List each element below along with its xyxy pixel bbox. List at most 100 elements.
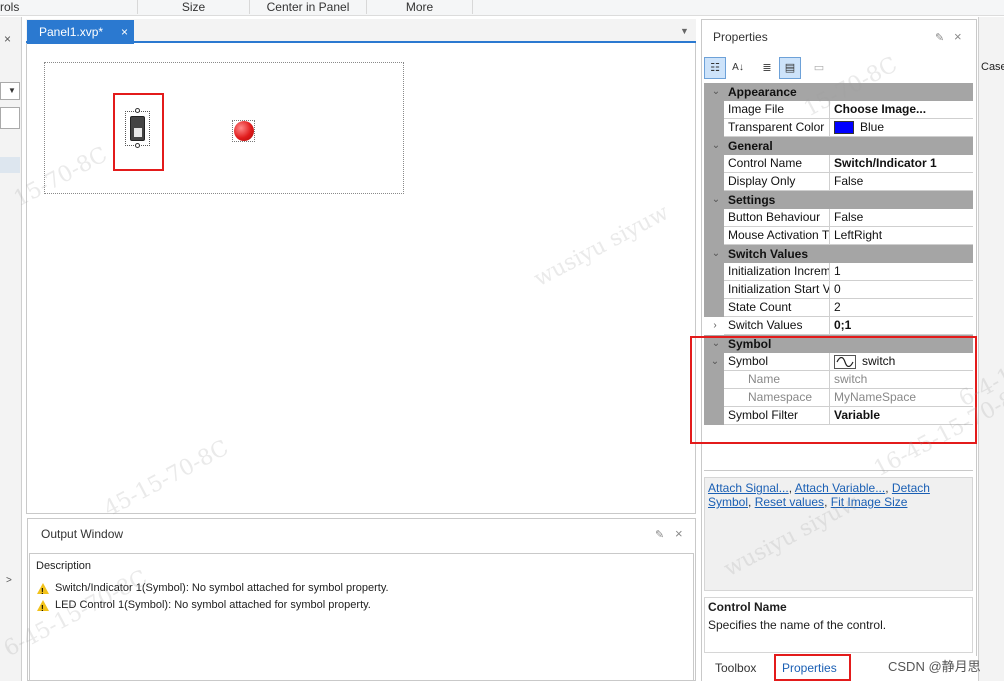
categorized-icon[interactable]: ☷ bbox=[704, 57, 726, 79]
property-value[interactable]: Switch/Indicator 1 bbox=[830, 155, 973, 173]
left-dropdown[interactable]: ▼ bbox=[0, 82, 20, 100]
category-label: Switch Values bbox=[728, 247, 809, 261]
ribbon-label-controls[interactable]: rols bbox=[0, 0, 20, 15]
collapse-icon[interactable]: ⌄ bbox=[708, 139, 724, 153]
property-value[interactable]: 0 bbox=[830, 281, 973, 299]
property-row-init-start[interactable]: Initialization Start V 0 bbox=[704, 281, 973, 299]
left-sidebar-strip: × ▼ > bbox=[0, 17, 22, 681]
property-value[interactable]: 2 bbox=[830, 299, 973, 317]
property-row-state-count[interactable]: State Count 2 bbox=[704, 299, 973, 317]
property-grid-spacer bbox=[704, 427, 973, 471]
category-settings[interactable]: ⌄ Settings bbox=[704, 191, 973, 209]
property-value[interactable]: 0;1 bbox=[830, 317, 973, 335]
message-text: LED Control 1(Symbol): No symbol attache… bbox=[55, 599, 371, 611]
events-icon[interactable]: ▤ bbox=[779, 57, 801, 79]
property-value[interactable]: Blue bbox=[830, 119, 973, 137]
color-name: Blue bbox=[860, 120, 885, 134]
category-general[interactable]: ⌄ General bbox=[704, 137, 973, 155]
property-name: Mouse Activation T bbox=[724, 227, 830, 245]
category-label: Appearance bbox=[728, 85, 797, 99]
property-row-control-name[interactable]: Control Name Switch/Indicator 1 bbox=[704, 155, 973, 173]
row-gutter bbox=[704, 119, 724, 137]
property-row-display-only[interactable]: Display Only False bbox=[704, 173, 973, 191]
chevron-right-icon[interactable]: > bbox=[6, 575, 12, 586]
close-icon[interactable]: × bbox=[4, 32, 11, 46]
category-label: Settings bbox=[728, 193, 776, 207]
ribbon-group-more[interactable]: More bbox=[367, 0, 472, 15]
description-column-header[interactable]: Description bbox=[36, 560, 91, 572]
tab-toolbox[interactable]: Toolbox bbox=[715, 656, 756, 681]
property-name: Transparent Color bbox=[724, 119, 830, 137]
message-text: Switch/Indicator 1(Symbol): No symbol at… bbox=[55, 582, 389, 594]
property-row-button-behaviour[interactable]: Button Behaviour False bbox=[704, 209, 973, 227]
row-gutter bbox=[704, 173, 724, 191]
row-gutter bbox=[704, 209, 724, 227]
led-control[interactable] bbox=[232, 120, 255, 142]
close-icon[interactable]: × bbox=[675, 526, 683, 541]
property-row-switch-values[interactable]: › Switch Values 0;1 bbox=[704, 317, 973, 335]
property-name: Button Behaviour bbox=[724, 209, 830, 227]
link-separator: , bbox=[748, 495, 755, 509]
ribbon-group-center[interactable]: Center in Panel bbox=[250, 0, 366, 15]
property-value[interactable]: 1 bbox=[830, 263, 973, 281]
tab-label: Panel1.xvp* bbox=[39, 25, 104, 39]
row-gutter bbox=[704, 227, 724, 245]
csdn-watermark: CSDN @静月思 bbox=[888, 659, 981, 674]
property-pages-icon[interactable]: ≣ bbox=[756, 57, 778, 79]
property-row-mouse-activation[interactable]: Mouse Activation T LeftRight bbox=[704, 227, 973, 245]
output-list[interactable] bbox=[29, 553, 694, 681]
left-input[interactable] bbox=[0, 107, 20, 129]
collapse-icon[interactable]: ⌄ bbox=[708, 247, 724, 261]
close-icon[interactable]: × bbox=[954, 29, 962, 44]
alphabetical-sort-icon[interactable]: A↓ bbox=[727, 57, 749, 79]
tab-panel1[interactable]: Panel1.xvp* × bbox=[27, 20, 134, 44]
property-name: Initialization Increm bbox=[724, 263, 830, 281]
property-row-transparent-color[interactable]: Transparent Color Blue bbox=[704, 119, 973, 137]
row-gutter bbox=[704, 281, 724, 299]
property-name: Initialization Start V bbox=[724, 281, 830, 299]
category-switch-values[interactable]: ⌄ Switch Values bbox=[704, 245, 973, 263]
fit-image-size-link[interactable]: Fit Image Size bbox=[831, 495, 908, 509]
properties-title: Properties bbox=[713, 30, 768, 44]
list-item[interactable]: Switch/Indicator 1(Symbol): No symbol at… bbox=[37, 580, 389, 600]
property-name: Display Only bbox=[724, 173, 830, 191]
property-value[interactable]: LeftRight bbox=[830, 227, 973, 245]
property-value[interactable]: False bbox=[830, 173, 973, 191]
attach-signal-link[interactable]: Attach Signal... bbox=[708, 481, 789, 495]
panel-canvas[interactable] bbox=[44, 62, 404, 194]
pin-icon[interactable]: ✎ bbox=[935, 31, 944, 44]
properties-toolbar: ☷ A↓ ≣ ▤ ▭ bbox=[704, 57, 972, 81]
row-gutter bbox=[704, 263, 724, 281]
output-window-title: Output Window bbox=[41, 527, 124, 541]
close-icon[interactable]: × bbox=[121, 20, 128, 44]
property-value[interactable]: False bbox=[830, 209, 973, 227]
warning-icon bbox=[37, 599, 49, 617]
ribbon-group-size[interactable]: Size bbox=[138, 0, 249, 15]
row-gutter bbox=[704, 101, 724, 119]
chevron-down-icon[interactable]: ▼ bbox=[680, 26, 689, 36]
property-row-init-increment[interactable]: Initialization Increm 1 bbox=[704, 263, 973, 281]
color-swatch bbox=[834, 121, 854, 135]
property-row-image-file[interactable]: Image File Choose Image... bbox=[704, 101, 973, 119]
property-name: Image File bbox=[724, 101, 830, 119]
left-selected-item[interactable] bbox=[0, 157, 20, 173]
category-appearance[interactable]: ⌄ Appearance bbox=[704, 83, 973, 101]
chevron-down-icon: ▼ bbox=[8, 86, 16, 95]
pin-icon[interactable]: ✎ bbox=[655, 528, 664, 541]
property-name: State Count bbox=[724, 299, 830, 317]
collapse-icon[interactable]: ⌄ bbox=[708, 193, 724, 207]
reset-values-link[interactable]: Reset values bbox=[755, 495, 824, 509]
led-light bbox=[234, 121, 254, 141]
chevron-right-icon[interactable]: › bbox=[708, 319, 722, 333]
property-value[interactable]: Choose Image... bbox=[830, 101, 973, 119]
property-name: Control Name bbox=[724, 155, 830, 173]
link-separator: , bbox=[885, 481, 892, 495]
collapse-icon[interactable]: ⌄ bbox=[708, 85, 724, 99]
attach-variable-link[interactable]: Attach Variable... bbox=[795, 481, 886, 495]
right-edge-label[interactable]: Case bbox=[981, 61, 1004, 73]
description-text: Specifies the name of the control. bbox=[708, 618, 887, 632]
link-separator: , bbox=[824, 495, 831, 509]
category-label: General bbox=[728, 139, 773, 153]
ribbon-separator bbox=[472, 0, 473, 14]
list-item[interactable]: LED Control 1(Symbol): No symbol attache… bbox=[37, 597, 371, 617]
